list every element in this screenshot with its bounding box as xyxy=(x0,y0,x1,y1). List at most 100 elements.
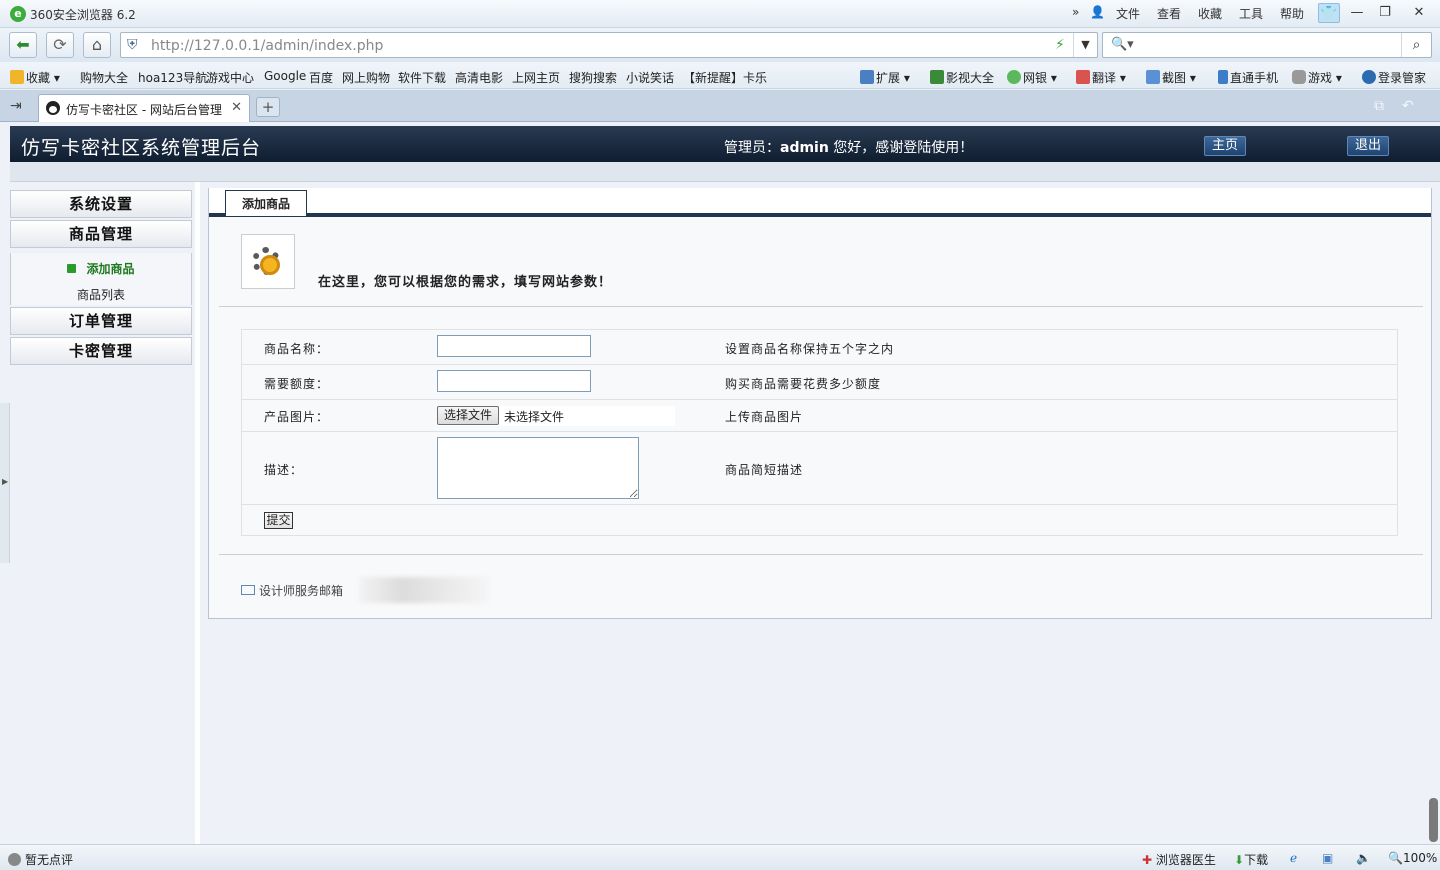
minimize-button[interactable]: — xyxy=(1346,3,1368,23)
back-arrow-icon: ⬅ xyxy=(16,35,30,54)
submit-button[interactable]: 提交 xyxy=(264,512,293,529)
fav-link[interactable]: hoa123导航 xyxy=(138,69,207,86)
goods-name-input[interactable] xyxy=(437,335,591,357)
download-status[interactable]: ⬇下载 xyxy=(1234,851,1268,868)
sidebar-subitem-add-goods[interactable]: 添加商品 xyxy=(11,260,191,277)
fav-link[interactable]: 上网主页 xyxy=(512,69,560,86)
divider xyxy=(219,306,1423,307)
form-row-credit: 需要额度： 购买商品需要花费多少额度 xyxy=(242,365,1397,400)
url-field[interactable]: ⛨ http://127.0.0.1/admin/index.php ⚡ ▼ xyxy=(120,32,1098,58)
choose-file-button[interactable]: 选择文件 xyxy=(437,406,499,425)
sound-icon[interactable]: 🔈 xyxy=(1356,851,1371,865)
menu-favorites[interactable]: 收藏 xyxy=(1198,5,1222,22)
fav-link[interactable]: 小说笑话 xyxy=(626,69,674,86)
admin-header: 仿写卡密社区系统管理后台 管理员：admin 您好，感谢登陆使用！ 主页 退出 xyxy=(10,126,1440,162)
video-play-icon xyxy=(930,70,944,84)
menu-help[interactable]: 帮助 xyxy=(1280,5,1304,22)
url-text[interactable]: http://127.0.0.1/admin/index.php xyxy=(151,38,383,54)
close-window-button[interactable]: ✕ xyxy=(1408,3,1430,23)
description-textarea[interactable] xyxy=(437,437,639,499)
tool-bank[interactable]: 网银 ▾ xyxy=(1007,69,1057,86)
goods-name-hint: 设置商品名称保持五个字之内 xyxy=(725,342,895,356)
restore-tab-icon[interactable]: ⧉ xyxy=(1374,98,1384,114)
admin-greeting: 管理员：admin 您好，感谢登陆使用！ xyxy=(724,140,974,156)
fav-link[interactable]: 高清电影 xyxy=(455,69,503,86)
ie-engine-icon[interactable]: ℯ xyxy=(1290,851,1297,865)
goods-name-label: 商品名称： xyxy=(264,342,330,356)
medical-cross-icon: ✚ xyxy=(1142,853,1153,867)
gamepad-icon xyxy=(1292,70,1306,84)
security-shield-icon[interactable]: ⛨ xyxy=(127,37,138,53)
tool-login-manager[interactable]: 登录管家 xyxy=(1362,69,1426,86)
new-tab-button[interactable]: + xyxy=(256,97,280,117)
fav-collect[interactable]: 收藏 ▾ xyxy=(10,69,60,86)
skin-shirt-icon[interactable]: 👕 xyxy=(1318,3,1340,23)
sidebar-item-system-settings[interactable]: 系统设置 xyxy=(10,190,192,218)
fav-link[interactable]: 软件下载 xyxy=(398,69,446,86)
fav-link[interactable]: 百度 xyxy=(309,69,333,86)
translate-icon xyxy=(1076,70,1090,84)
browser-doctor[interactable]: ✚ 浏览器医生 xyxy=(1142,851,1216,868)
header-subbar xyxy=(10,162,1440,182)
add-goods-form: 商品名称： 设置商品名称保持五个字之内 需要额度： 购买商品需要花费多少额度 产… xyxy=(241,329,1398,536)
settings-gear-icon xyxy=(241,234,295,289)
collapse-arrow-icon: ▶ xyxy=(2,477,9,486)
tool-extensions[interactable]: 扩展 ▾ xyxy=(860,69,910,86)
bank-shield-icon xyxy=(1007,70,1021,84)
close-tab-icon[interactable]: ✕ xyxy=(231,100,242,115)
menu-tools[interactable]: 工具 xyxy=(1239,5,1263,22)
home-button[interactable]: ⌂ xyxy=(83,32,111,58)
fav-link[interactable]: 网上购物 xyxy=(342,69,390,86)
fav-link[interactable]: 搜狗搜索 xyxy=(569,69,617,86)
window-mode-icon[interactable]: ▣ xyxy=(1322,851,1333,865)
tool-translate[interactable]: 翻译 ▾ xyxy=(1076,69,1126,86)
blurred-email xyxy=(359,577,489,603)
fav-link[interactable]: 购物大全 xyxy=(80,69,128,86)
tool-screenshot[interactable]: 截图 ▾ xyxy=(1146,69,1196,86)
sidebar-collapse-handle[interactable]: ▶ xyxy=(0,403,10,563)
browser-statusbar: 暂无点评 ✚ 浏览器医生 ⬇下载 ℯ ▣ 🔈 🔍100% xyxy=(0,844,1440,870)
search-input[interactable]: 🔍▾ ⌕ xyxy=(1102,32,1432,58)
key-icon xyxy=(1362,70,1376,84)
image-file-input[interactable]: 选择文件 未选择文件 xyxy=(437,406,675,426)
restore-button[interactable]: ❐ xyxy=(1374,3,1396,23)
sidebar-item-goods-management[interactable]: 商品管理 xyxy=(10,220,192,248)
tab-title: 仿写卡密社区 - 网站后台管理 xyxy=(66,103,222,117)
search-engine-icon[interactable]: 🔍▾ xyxy=(1111,37,1134,52)
browser-titlebar: e 360安全浏览器 6.2 » 👤 文件 查看 收藏 工具 帮助 👕 — ❐ … xyxy=(0,0,1440,28)
browser-tab-active[interactable]: 仿写卡密社区 - 网站后台管理 ✕ xyxy=(38,94,250,122)
speed-mode-icon[interactable]: ⚡ xyxy=(1055,37,1065,53)
menu-file[interactable]: 文件 xyxy=(1116,5,1140,22)
fav-link[interactable]: 【新提醒】卡乐 xyxy=(683,69,767,86)
sidebar-toggle-icon[interactable]: ⇥ xyxy=(10,98,22,114)
tab-add-goods[interactable]: 添加商品 xyxy=(225,190,307,216)
sidebar-subitem-goods-list[interactable]: 商品列表 xyxy=(11,286,191,303)
back-button[interactable]: ⬅ xyxy=(9,32,37,58)
undo-close-icon[interactable]: ↶ xyxy=(1402,98,1414,114)
search-button[interactable]: ⌕ xyxy=(1401,33,1431,57)
menu-view[interactable]: 查看 xyxy=(1157,5,1181,22)
tool-videos[interactable]: 影视大全 xyxy=(930,69,994,86)
sidebar-item-order-management[interactable]: 订单管理 xyxy=(10,307,192,335)
zoom-control[interactable]: 🔍100% xyxy=(1388,851,1437,865)
url-dropdown-icon[interactable]: ▼ xyxy=(1073,33,1097,57)
tool-phone[interactable]: 直通手机 xyxy=(1218,69,1278,86)
sidebar-item-card-management[interactable]: 卡密管理 xyxy=(10,337,192,365)
credit-input[interactable] xyxy=(437,370,591,392)
rating-status[interactable]: 暂无点评 xyxy=(8,851,73,868)
logout-button[interactable]: 退出 xyxy=(1347,136,1389,156)
description-hint: 商品简短描述 xyxy=(725,463,804,477)
tool-games[interactable]: 游戏 ▾ xyxy=(1292,69,1342,86)
user-icon[interactable]: 👤 xyxy=(1090,5,1105,19)
refresh-button[interactable]: ⟳ xyxy=(46,32,74,58)
fav-link[interactable]: Google xyxy=(264,69,306,83)
phone-icon xyxy=(1218,70,1228,84)
envelope-icon xyxy=(241,585,255,595)
address-toolbar: ⬅ ⟳ ⌂ ⛨ http://127.0.0.1/admin/index.php… xyxy=(0,28,1440,62)
fav-link[interactable]: 游戏中心 xyxy=(206,69,254,86)
more-chevron-icon[interactable]: » xyxy=(1072,5,1079,19)
main-panel: 添加商品 在这里，您可以根据您的需求，填写网站参数！ 商品名称： 设置商品名称保… xyxy=(208,188,1432,619)
page-scrollbar[interactable] xyxy=(1429,798,1438,842)
favorites-bar: 收藏 ▾ 购物大全 hoa123导航 游戏中心 Google 百度 网上购物 软… xyxy=(0,62,1440,89)
home-page-button[interactable]: 主页 xyxy=(1204,136,1246,156)
